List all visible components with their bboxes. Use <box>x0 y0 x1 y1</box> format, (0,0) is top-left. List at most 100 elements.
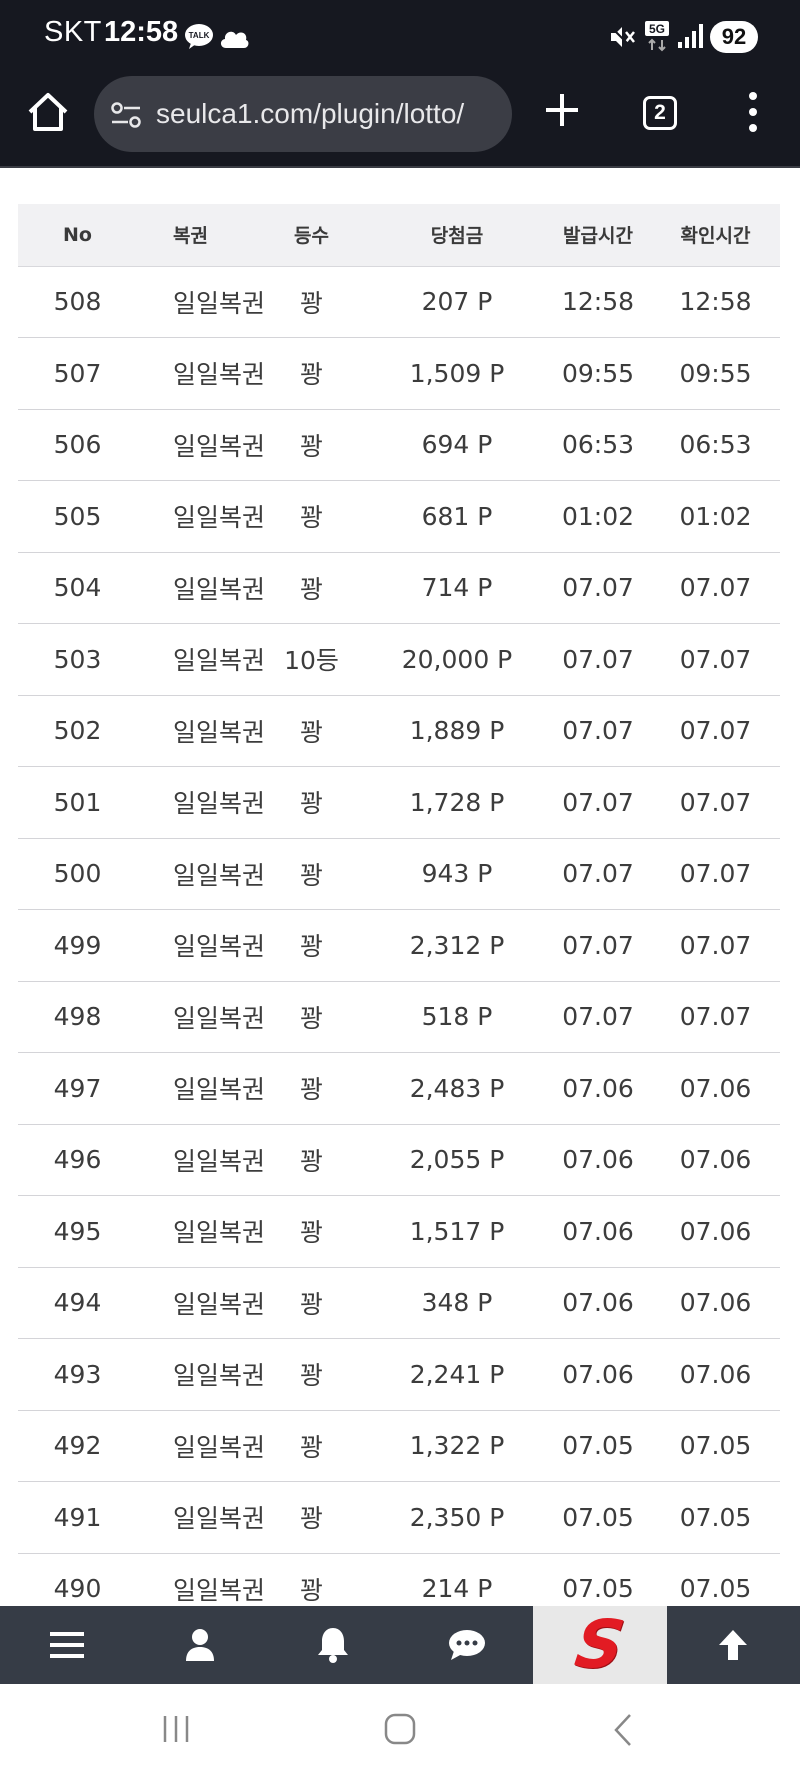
menu-button[interactable] <box>0 1606 133 1684</box>
header-type: 복권 <box>173 225 208 248</box>
network-5g-icon: 5G <box>645 21 669 52</box>
url-text[interactable]: seulca1.com/plugin/lotto/ <box>156 98 464 130</box>
cell-no: 491 <box>53 1502 102 1532</box>
cell-checked-time: 12:58 <box>679 287 752 317</box>
cell-no: 506 <box>53 430 102 460</box>
table-row: 491 일일복권 꽝 2,350 P 07.05 07.05 <box>18 1482 780 1553</box>
cell-type: 일일복권 <box>173 360 266 390</box>
scroll-top-button[interactable] <box>667 1606 800 1684</box>
cell-prize: 1,728 P <box>409 787 505 817</box>
cell-prize: 2,483 P <box>409 1073 505 1103</box>
site-logo: S <box>570 1606 630 1683</box>
table-row: 500 일일복권 꽝 943 P 07.07 07.07 <box>18 838 780 910</box>
cell-prize: 694 P <box>421 430 493 460</box>
more-menu-icon[interactable] <box>744 90 762 134</box>
cell-rank: 꽝 <box>299 1075 323 1105</box>
cell-prize: 2,241 P <box>409 1359 505 1389</box>
cell-rank: 꽝 <box>299 932 323 962</box>
cell-no: 492 <box>53 1431 102 1461</box>
system-home-icon[interactable] <box>384 1712 416 1746</box>
table-body: 508 일일복권 꽝 207 P 12:58 12:58 507 일일복권 꽝 1,509 P 09… <box>18 266 780 1625</box>
header-prize: 당첨금 <box>430 225 484 248</box>
cell-type: 일일복권 <box>173 1003 266 1033</box>
cell-prize: 714 P <box>421 573 493 603</box>
site-settings-icon[interactable] <box>110 100 142 130</box>
table-row: 503 일일복권 10등 20,000 P 07.07 07.07 <box>18 624 780 695</box>
cell-prize: 943 P <box>421 859 493 889</box>
cell-no: 500 <box>53 859 102 889</box>
table-row: 495 일일복권 꽝 1,517 P 07.06 07.06 <box>18 1196 780 1267</box>
cell-issued-time: 01:02 <box>561 501 635 531</box>
address-bar[interactable]: seulca1.com/plugin/lotto/ <box>94 76 512 152</box>
cell-rank: 꽝 <box>299 1003 323 1033</box>
cell-no: 508 <box>53 287 102 317</box>
cell-rank: 꽝 <box>299 717 323 747</box>
table-row: 505 일일복권 꽝 681 P 01:02 01:02 <box>18 481 780 552</box>
back-icon[interactable] <box>612 1712 634 1748</box>
table-row: 497 일일복권 꽝 2,483 P 07.06 07.06 <box>18 1053 780 1124</box>
cell-no: 507 <box>53 358 102 388</box>
cell-checked-time: 07.06 <box>679 1216 752 1246</box>
cell-checked-time: 07.06 <box>679 1145 752 1175</box>
cell-rank: 꽝 <box>299 431 323 461</box>
cell-type: 일일복권 <box>173 646 266 676</box>
bottom-nav: S <box>0 1606 800 1684</box>
cell-rank: 10등 <box>284 646 339 676</box>
mute-vibrate-icon <box>609 25 635 49</box>
signal-icon <box>678 24 703 48</box>
cell-type: 일일복권 <box>173 932 266 962</box>
cell-no: 501 <box>53 787 102 817</box>
cell-type: 일일복권 <box>173 789 266 819</box>
cell-issued-time: 07.05 <box>562 1502 634 1532</box>
kakaotalk-icon: TALK <box>185 24 213 49</box>
cell-rank: 꽝 <box>299 1289 323 1319</box>
cell-checked-time: 06:53 <box>679 430 752 460</box>
cell-rank: 꽝 <box>299 860 323 890</box>
table-header: No 복권 등수 당첨금 발급시간 확인시간 <box>18 204 780 266</box>
cell-no: 503 <box>53 644 102 674</box>
cell-checked-time: 07.07 <box>679 644 752 674</box>
cell-prize: 2,312 P <box>409 930 505 960</box>
bell-icon <box>318 1628 349 1663</box>
status-bar: SKT 12:58 TALK 5G 92 <box>0 0 800 70</box>
cell-rank: 꽝 <box>299 288 323 318</box>
cell-rank: 꽝 <box>299 1218 323 1248</box>
tab-switcher-button[interactable]: 2 <box>643 96 677 130</box>
table-row: 506 일일복권 꽝 694 P 06:53 06:53 <box>18 409 780 481</box>
cell-type: 일일복권 <box>173 1146 266 1176</box>
site-logo-button[interactable]: S <box>533 1606 667 1684</box>
cell-prize: 1,889 P <box>409 716 505 746</box>
cell-issued-time: 09:55 <box>561 358 635 388</box>
cell-prize: 1,322 P <box>409 1431 505 1461</box>
cell-type: 일일복권 <box>173 574 266 604</box>
battery-indicator: 92 <box>710 21 758 53</box>
browser-toolbar: seulca1.com/plugin/lotto/ 2 <box>0 70 800 168</box>
cell-rank: 꽝 <box>299 789 323 819</box>
cell-type: 일일복권 <box>173 1432 266 1462</box>
home-icon[interactable] <box>26 90 70 134</box>
chat-button[interactable] <box>400 1606 533 1684</box>
cell-type: 일일복권 <box>173 1218 266 1248</box>
cell-issued-time: 07.07 <box>562 859 634 889</box>
notifications-button[interactable] <box>267 1606 400 1684</box>
cell-no: 495 <box>53 1216 102 1246</box>
cell-prize: 2,350 P <box>409 1502 505 1532</box>
user-icon <box>185 1629 214 1661</box>
cell-issued-time: 07.06 <box>562 1288 634 1318</box>
header-rank: 등수 <box>294 225 329 248</box>
cell-issued-time: 07.07 <box>562 930 634 960</box>
table-row: 504 일일복권 꽝 714 P 07.07 07.07 <box>18 552 780 624</box>
recent-apps-icon[interactable] <box>162 1714 190 1744</box>
cell-type: 일일복권 <box>173 1504 266 1534</box>
cell-rank: 꽝 <box>299 1361 323 1391</box>
table-row: 494 일일복권 꽝 348 P 07.06 07.06 <box>18 1267 780 1339</box>
cell-checked-time: 07.07 <box>679 787 752 817</box>
lotto-history-table: No 복권 등수 당첨금 발급시간 확인시간 508 일일복권 꽝 207 P 12:5… <box>18 204 780 1625</box>
cell-rank: 꽝 <box>299 1504 323 1534</box>
new-tab-icon[interactable] <box>542 90 582 130</box>
user-button[interactable] <box>133 1606 266 1684</box>
cell-issued-time: 12:58 <box>561 287 635 317</box>
cell-prize: 2,055 P <box>409 1145 505 1175</box>
cell-type: 일일복권 <box>173 717 266 747</box>
table-row: 493 일일복권 꽝 2,241 P 07.06 07.06 <box>18 1339 780 1410</box>
